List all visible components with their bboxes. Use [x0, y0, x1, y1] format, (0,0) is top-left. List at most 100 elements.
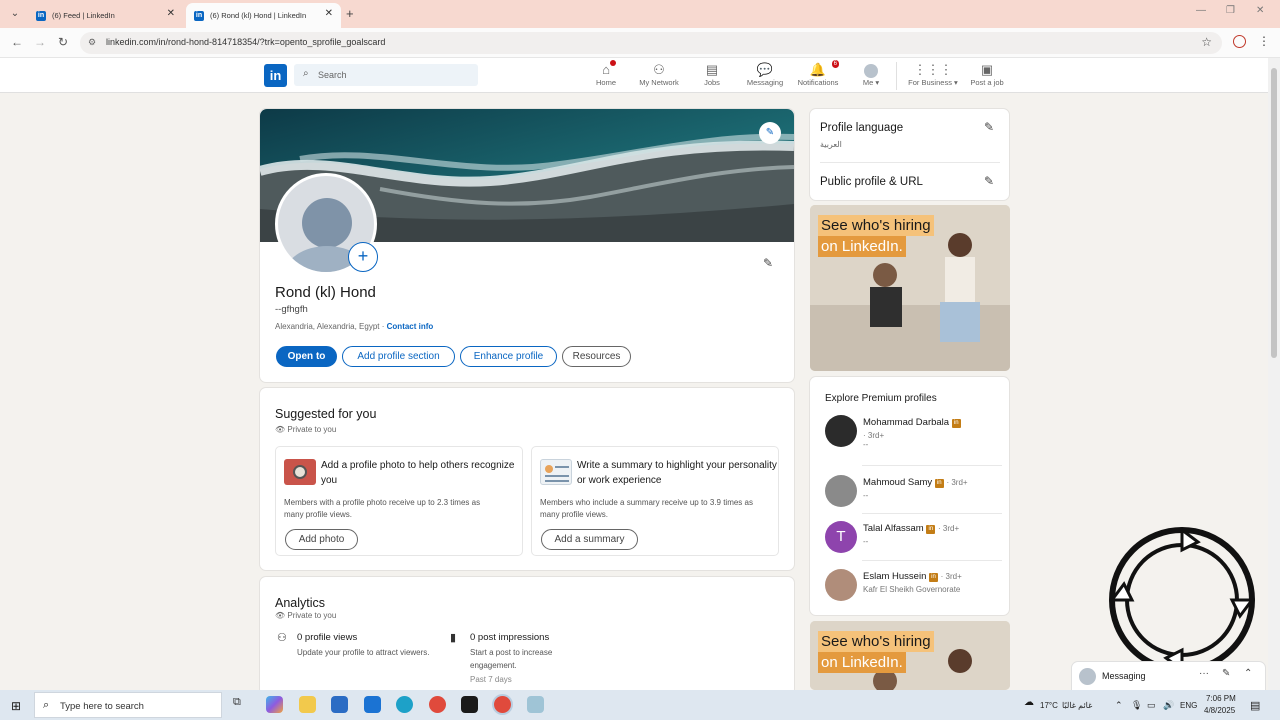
- nav-me[interactable]: Me ▾: [858, 61, 884, 87]
- bookmark-star-icon[interactable]: ☆: [1201, 35, 1212, 49]
- suggestion-add-summary: Write a summary to highlight your person…: [531, 446, 779, 556]
- briefcase-icon: ▣: [980, 62, 994, 77]
- premium-profile-item[interactable]: T Talal Alfassam in · 3rd+ --: [825, 521, 995, 561]
- volume-icon[interactable]: 🔊: [1163, 700, 1174, 711]
- site-info-icon[interactable]: ⚙: [88, 37, 96, 48]
- camera-lens: [293, 465, 307, 479]
- chrome-icon[interactable]: [429, 696, 446, 713]
- divider: [862, 560, 1002, 561]
- add-profile-section-button[interactable]: Add profile section: [342, 346, 455, 367]
- taskbar-search-input[interactable]: ⌕ Type here to search: [34, 692, 222, 718]
- store-icon[interactable]: [331, 696, 348, 713]
- clock-time[interactable]: 7:06 PM: [1206, 694, 1236, 703]
- premium-profile-item[interactable]: Mohammad Darbala in · 3rd+ --: [825, 415, 995, 455]
- minimize-button[interactable]: —: [1196, 5, 1206, 16]
- hiring-ad-2[interactable]: See who's hiring on LinkedIn.: [810, 621, 1010, 690]
- edit-language-pencil-icon[interactable]: ✎: [984, 120, 994, 134]
- tab-feed[interactable]: in (6) Feed | LinkedIn ✕: [28, 3, 183, 28]
- tray-chevron-icon[interactable]: ⌃: [1115, 700, 1123, 711]
- close-tab-icon[interactable]: ✕: [325, 8, 333, 19]
- microphone-icon[interactable]: 🎙: [1131, 700, 1142, 711]
- add-photo-plus-button[interactable]: +: [348, 242, 378, 272]
- reload-icon[interactable]: ↻: [58, 35, 68, 49]
- pp-degree: · 3rd+: [863, 431, 885, 440]
- profile-headline: --gfhgfh: [275, 304, 308, 315]
- edit-intro-pencil-icon[interactable]: ✎: [763, 256, 773, 270]
- post-impressions-link[interactable]: 0 post impressions: [470, 632, 549, 643]
- premium-profile-item[interactable]: Eslam Hussein in · 3rd+ Kafr El Sheikh G…: [825, 569, 995, 609]
- app-icon[interactable]: [527, 696, 544, 713]
- premium-profile-item[interactable]: Mahmoud Samy in · 3rd+ --: [825, 475, 995, 515]
- nav-for-business[interactable]: ⋮⋮⋮ For Business ▾: [905, 61, 961, 87]
- summary-doc-icon: [540, 459, 572, 485]
- url-field[interactable]: ⚙ linkedin.com/in/rond-hond-814718354/?t…: [80, 32, 1222, 54]
- nav-home[interactable]: ⌂ Home: [592, 60, 620, 87]
- open-to-button[interactable]: Open to: [276, 346, 337, 367]
- edge-icon[interactable]: [396, 696, 413, 713]
- language-indicator[interactable]: ENG: [1180, 701, 1197, 710]
- compose-icon[interactable]: ✎: [1222, 668, 1230, 679]
- avatar: [1079, 668, 1096, 685]
- scroll-thumb[interactable]: [1271, 68, 1277, 358]
- nav-label: Me ▾: [862, 78, 880, 87]
- nav-jobs[interactable]: ▤ Jobs: [700, 61, 724, 87]
- network-icon: ⚇: [653, 62, 665, 77]
- profile-views-link[interactable]: 0 profile views: [297, 632, 357, 643]
- tab-profile[interactable]: in (6) Rond (kl) Hond | LinkedIn ✕: [186, 3, 341, 28]
- browser-profile-icon[interactable]: [1233, 35, 1246, 48]
- add-summary-button[interactable]: Add a summary: [541, 529, 638, 550]
- task-view-icon[interactable]: ⧉: [233, 696, 250, 713]
- forward-icon[interactable]: →: [34, 35, 46, 49]
- add-photo-button[interactable]: Add photo: [285, 529, 358, 550]
- search-input[interactable]: ⌕ Search: [294, 64, 478, 86]
- nav-messaging[interactable]: 💬 Messaging: [744, 61, 786, 87]
- chevron-up-icon[interactable]: ⌃: [1244, 668, 1252, 679]
- messaging-dock[interactable]: Messaging ··· ✎ ⌃: [1071, 661, 1266, 691]
- tab-search-icon[interactable]: ⌄: [6, 6, 24, 22]
- privacy-text: Private to you: [287, 425, 337, 434]
- close-window-button[interactable]: ✕: [1256, 5, 1264, 16]
- more-icon[interactable]: ···: [1199, 668, 1209, 679]
- network-icon[interactable]: ▭: [1147, 700, 1156, 711]
- app-icon[interactable]: [461, 696, 478, 713]
- contact-info-link[interactable]: Contact info: [387, 322, 434, 331]
- premium-profiles-title: Explore Premium profiles: [825, 393, 937, 404]
- chrome-active-icon[interactable]: [494, 696, 511, 713]
- pp-sub-text: Kafr El Sheikh Governorate: [863, 585, 961, 594]
- profile-views-desc: Update your profile to attract viewers.: [297, 648, 430, 657]
- hiring-ad[interactable]: See who's hiring on LinkedIn.: [810, 205, 1010, 371]
- suggestion-title: Add a profile photo to help others recog…: [321, 460, 515, 486]
- linkedin-favicon-icon: in: [194, 10, 204, 21]
- resources-button[interactable]: Resources: [562, 346, 631, 367]
- linkedin-nav: in ⌕ Search ⌂ Home ⚇ My Network ▤ Jobs 💬…: [0, 58, 1268, 93]
- browser-menu-icon[interactable]: ⋮: [1258, 34, 1270, 48]
- avatar: [825, 569, 857, 601]
- edit-banner-button[interactable]: ✎: [759, 122, 781, 144]
- nav-post-job[interactable]: ▣ Post a job: [968, 61, 1006, 87]
- suggested-title: Suggested for you: [275, 407, 377, 421]
- back-icon[interactable]: ←: [11, 35, 23, 49]
- page-scrollbar[interactable]: [1268, 58, 1280, 690]
- outlook-icon[interactable]: [364, 696, 381, 713]
- edit-url-pencil-icon[interactable]: ✎: [984, 174, 994, 188]
- linkedin-logo[interactable]: in: [264, 64, 287, 87]
- close-tab-icon[interactable]: ✕: [167, 8, 175, 19]
- new-tab-button[interactable]: +: [346, 6, 354, 21]
- nav-notifications[interactable]: 🔔 6 Notifications: [795, 60, 841, 87]
- doc-line: [545, 475, 569, 477]
- notification-badge: 6: [831, 60, 839, 68]
- clock-date[interactable]: 4/8/2025: [1204, 706, 1235, 715]
- premium-badge-icon: in: [926, 525, 936, 534]
- notifications-center-icon[interactable]: ▤: [1250, 699, 1260, 712]
- weather-icon[interactable]: ☁: [1024, 697, 1034, 708]
- nav-my-network[interactable]: ⚇ My Network: [636, 61, 682, 87]
- nav-label: For Business ▾: [908, 78, 958, 87]
- file-explorer-icon[interactable]: [299, 696, 316, 713]
- post-impressions-desc: Start a post to increase engagement.: [470, 648, 553, 670]
- restore-button[interactable]: ❐: [1226, 5, 1235, 16]
- copilot-icon[interactable]: [266, 696, 283, 713]
- windows-start-icon[interactable]: ⊞: [11, 699, 21, 713]
- enhance-profile-button[interactable]: Enhance profile: [460, 346, 557, 367]
- profile-name: Rond (kl) Hond: [275, 284, 376, 301]
- eye-icon: 👁: [275, 425, 286, 434]
